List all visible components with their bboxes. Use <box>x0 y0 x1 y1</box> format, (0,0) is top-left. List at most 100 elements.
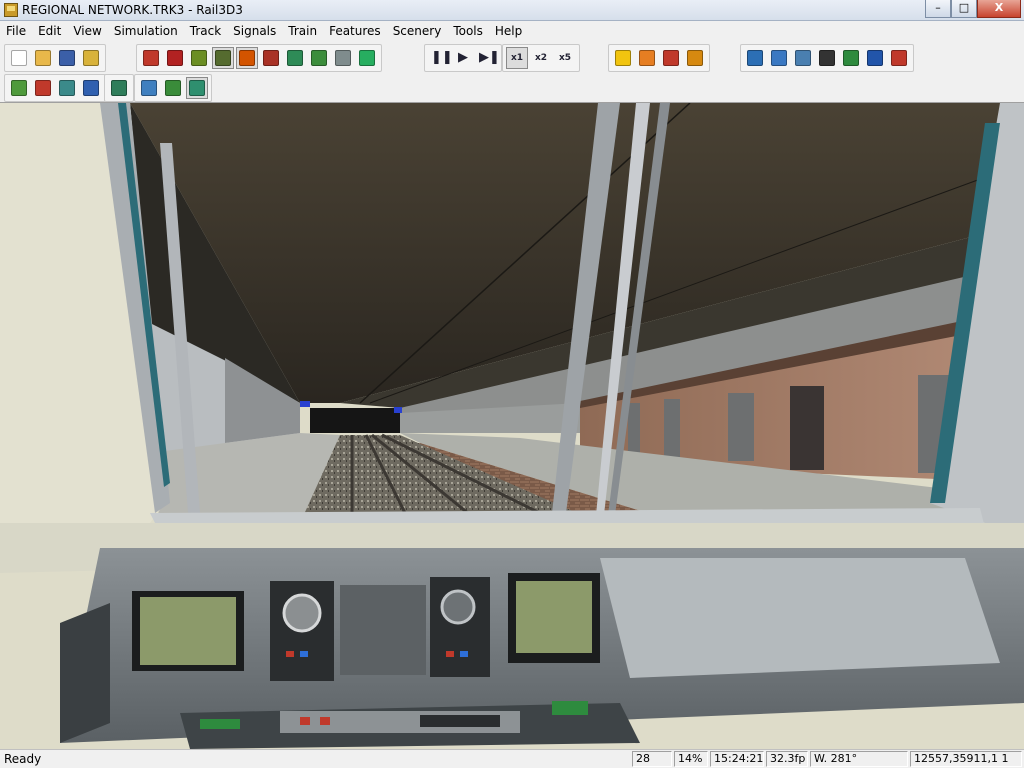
train-view-button[interactable] <box>768 47 790 69</box>
edit-toolbar <box>136 44 382 72</box>
status-coordinates: 12557,35911,1 1 <box>910 751 1022 767</box>
smooth-terrain-button[interactable] <box>56 77 78 99</box>
menu-help[interactable]: Help <box>489 21 528 41</box>
status-clock: 15:24:21 <box>710 751 764 767</box>
building-tool-button[interactable] <box>212 47 234 69</box>
pressure-gauge <box>440 589 476 625</box>
green-control <box>552 701 588 715</box>
status-fps: 32.3fp <box>766 751 808 767</box>
raise-terrain-button[interactable] <box>8 77 30 99</box>
building-window <box>628 403 640 453</box>
signal-light <box>300 401 310 407</box>
title-bar[interactable]: REGIONAL NETWORK.TRK3 - Rail3D3 – □ X <box>0 0 1024 21</box>
flag-tool-icon <box>335 50 351 66</box>
step-icon: ▶❚ <box>479 50 500 65</box>
track-tool-button[interactable] <box>140 47 162 69</box>
status-percent: 14% <box>674 751 708 767</box>
paint-terrain-button[interactable] <box>80 77 102 99</box>
train-tool-button[interactable] <box>260 47 282 69</box>
save-button[interactable] <box>56 47 78 69</box>
menu-signals[interactable]: Signals <box>227 21 282 41</box>
label-tool-button[interactable] <box>236 47 258 69</box>
tunnel-portal <box>310 408 400 433</box>
switch <box>320 717 330 725</box>
edit-timetable-icon <box>639 50 655 66</box>
new-document-button[interactable] <box>8 47 30 69</box>
scenery-toolbar-3 <box>134 74 212 102</box>
pause-button[interactable]: ❚❚ <box>428 47 453 69</box>
pen-tool-button[interactable] <box>164 47 186 69</box>
hammer-button[interactable] <box>684 47 706 69</box>
camera-icon <box>747 50 763 66</box>
menu-tools[interactable]: Tools <box>447 21 489 41</box>
file-toolbar <box>4 44 106 72</box>
open-folder-icon <box>35 50 51 66</box>
lower-terrain-button[interactable] <box>32 77 54 99</box>
speed-x5-icon: x5 <box>558 53 572 63</box>
inspect-button[interactable] <box>816 47 838 69</box>
minimize-button[interactable]: – <box>925 0 951 18</box>
timetable-button[interactable] <box>612 47 634 69</box>
new-document-icon <box>11 50 27 66</box>
menu-simulation[interactable]: Simulation <box>108 21 184 41</box>
menu-edit[interactable]: Edit <box>32 21 67 41</box>
menu-scenery[interactable]: Scenery <box>387 21 448 41</box>
train-view-icon <box>771 50 787 66</box>
menu-file[interactable]: File <box>0 21 32 41</box>
speed-x1-button[interactable]: x1 <box>506 47 528 69</box>
switch <box>300 717 310 725</box>
left-side-controls <box>60 603 110 743</box>
speed-toolbar: x1 x2 x5 <box>502 44 580 72</box>
speedometer-gauge <box>282 593 322 633</box>
route-button[interactable] <box>660 47 682 69</box>
dashboard-panel-right <box>600 558 1000 678</box>
smooth-terrain-icon <box>59 80 75 96</box>
terrain-view-button[interactable] <box>186 77 208 99</box>
feature-delete-button[interactable] <box>356 47 378 69</box>
speed-x5-button[interactable]: x5 <box>554 47 576 69</box>
app-window: REGIONAL NETWORK.TRK3 - Rail3D3 – □ X Fi… <box>0 0 1024 768</box>
flatten-terrain-button[interactable] <box>108 77 130 99</box>
clock-view-icon <box>795 50 811 66</box>
camera-button[interactable] <box>744 47 766 69</box>
mountain-button[interactable] <box>162 77 184 99</box>
close-button[interactable]: X <box>977 0 1021 18</box>
map-button[interactable] <box>840 47 862 69</box>
signal-tool-icon <box>191 50 207 66</box>
3d-viewport[interactable] <box>0 103 1024 749</box>
flag-tool-button[interactable] <box>332 47 354 69</box>
play-button[interactable]: ▶ <box>452 47 474 69</box>
menu-train[interactable]: Train <box>282 21 323 41</box>
signal-tool-button[interactable] <box>188 47 210 69</box>
status-frame-count: 28 <box>632 751 672 767</box>
window-title: REGIONAL NETWORK.TRK3 - Rail3D3 <box>22 3 243 17</box>
indicator-lamp <box>286 651 294 657</box>
step-button[interactable]: ▶❚ <box>476 47 500 69</box>
tree-tool-icon <box>287 50 303 66</box>
check-button[interactable] <box>864 47 886 69</box>
flatten-terrain-icon <box>111 80 127 96</box>
hill-button[interactable] <box>138 77 160 99</box>
speed-x2-button[interactable]: x2 <box>530 47 552 69</box>
properties-button[interactable] <box>80 47 102 69</box>
clock-view-button[interactable] <box>792 47 814 69</box>
maximize-button[interactable]: □ <box>951 0 977 18</box>
menu-features[interactable]: Features <box>323 21 387 41</box>
undo-button[interactable] <box>888 47 910 69</box>
mountain-icon <box>165 80 181 96</box>
open-folder-button[interactable] <box>32 47 54 69</box>
edit-timetable-button[interactable] <box>636 47 658 69</box>
building-window <box>728 393 754 461</box>
timetable-icon <box>615 50 631 66</box>
tree-delete-button[interactable] <box>308 47 330 69</box>
switch-row <box>420 715 500 727</box>
menu-track[interactable]: Track <box>184 21 227 41</box>
tree-tool-button[interactable] <box>284 47 306 69</box>
app-icon <box>4 3 18 17</box>
menu-view[interactable]: View <box>67 21 107 41</box>
hammer-icon <box>687 50 703 66</box>
cab-view-scene <box>0 103 1024 749</box>
route-icon <box>663 50 679 66</box>
track-tool-icon <box>143 50 159 66</box>
scenery-toolbar-2 <box>104 74 134 102</box>
